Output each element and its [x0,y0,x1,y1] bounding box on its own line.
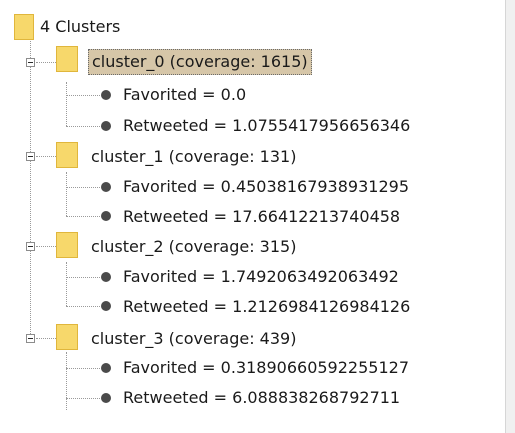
tree-connector [36,246,56,247]
cluster-node-label[interactable]: cluster_2 (coverage: 315) [91,235,296,259]
attribute-item[interactable]: Retweeted = 17.66412213740458 [123,205,400,229]
tree-guide-cluster-2 [66,262,67,306]
bullet-icon [101,363,111,373]
tree-connector [66,95,100,96]
bullet-icon [101,393,111,403]
tree-connector [36,156,56,157]
attribute-item[interactable]: Retweeted = 1.2126984126984126 [123,295,410,319]
cluster-node-label[interactable]: cluster_1 (coverage: 131) [91,145,296,169]
bullet-icon [101,211,111,221]
tree-connector [66,398,100,399]
tree-guide-cluster-3 [66,352,67,410]
collapse-icon[interactable] [26,334,35,343]
bullet-icon [101,90,111,100]
folder-icon [56,46,78,72]
tree-connector [66,306,100,307]
folder-icon [56,324,78,350]
tree-connector [66,277,100,278]
attribute-item[interactable]: Favorited = 0.45038167938931295 [123,175,409,199]
attribute-item[interactable]: Favorited = 0.31890660592255127 [123,356,409,380]
cluster-node-label[interactable]: cluster_3 (coverage: 439) [91,327,296,351]
folder-icon [14,14,34,40]
root-label: 4 Clusters [40,17,121,36]
tree-connector [36,62,56,63]
collapse-icon[interactable] [26,58,35,67]
cluster-tree-view[interactable]: 4 Clusters cluster_0 (coverage: 1615) Fa… [0,0,505,433]
tree-connector [66,126,100,127]
attribute-item[interactable]: Retweeted = 6.088838268792711 [123,386,400,410]
tree-guide-cluster-0 [66,82,67,126]
folder-icon [56,232,78,258]
attribute-item[interactable]: Favorited = 0.0 [123,83,246,107]
tree-guide-root [30,38,31,338]
bullet-icon [101,182,111,192]
attribute-item[interactable]: Favorited = 1.7492063492063492 [123,265,399,289]
folder-icon [56,142,78,168]
collapse-icon[interactable] [26,152,35,161]
tree-guide-cluster-1 [66,172,67,216]
attribute-item[interactable]: Retweeted = 1.0755417956656346 [123,114,410,138]
bullet-icon [101,272,111,282]
cluster-node-label[interactable]: cluster_0 (coverage: 1615) [88,49,312,75]
vertical-scrollbar[interactable] [505,0,515,433]
tree-connector [66,368,100,369]
collapse-icon[interactable] [26,242,35,251]
bullet-icon [101,121,111,131]
bullet-icon [101,301,111,311]
tree-connector [66,187,100,188]
tree-connector [36,338,56,339]
tree-connector [66,216,100,217]
